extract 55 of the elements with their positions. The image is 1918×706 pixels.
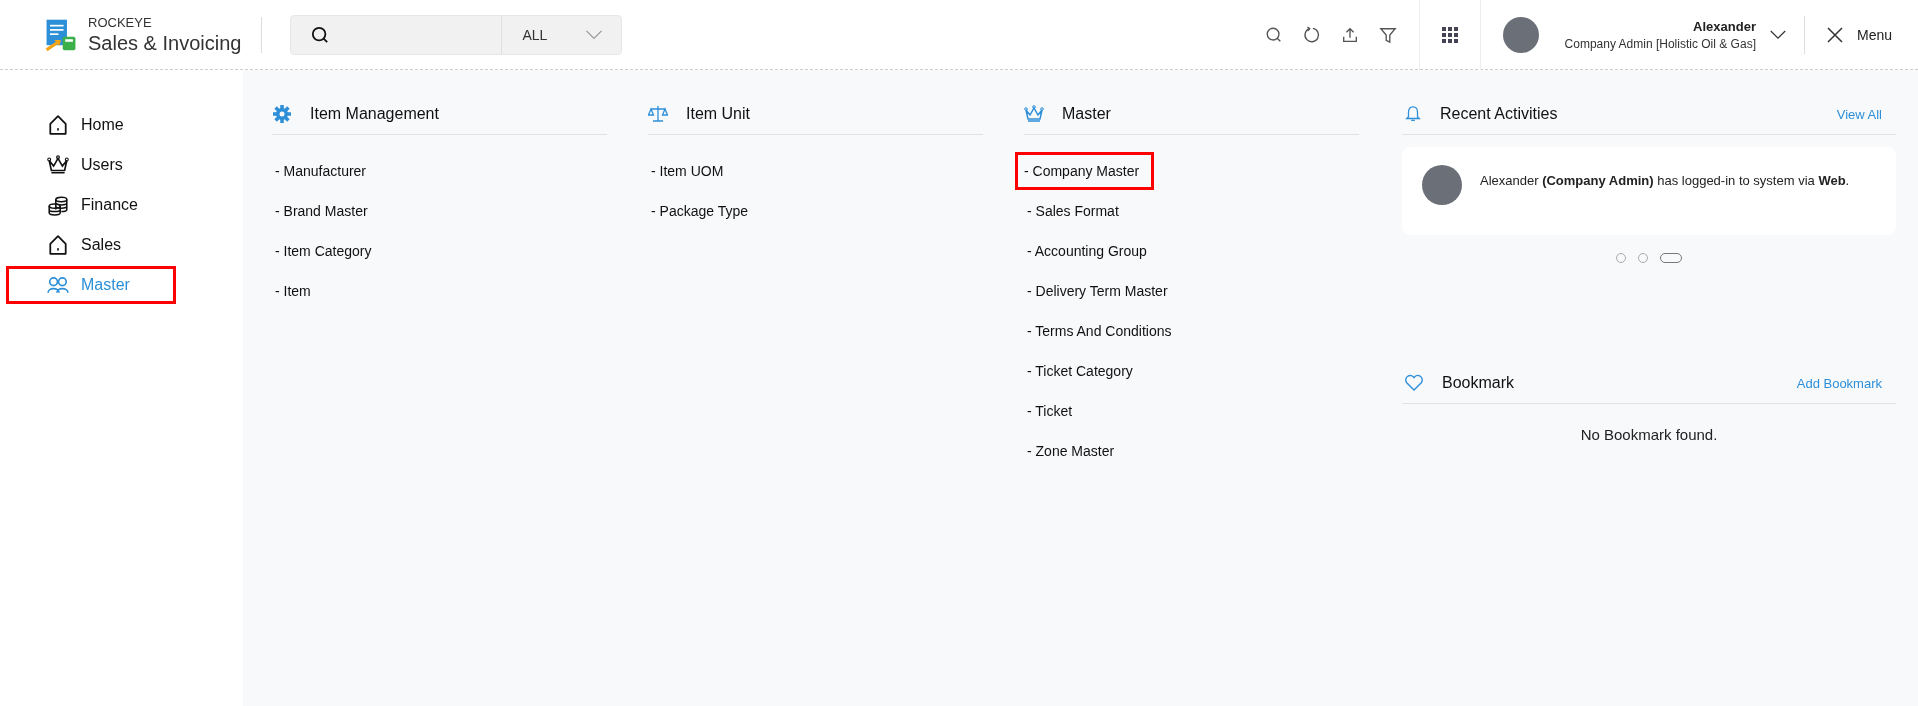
menu-link[interactable]: - Ticket <box>1020 394 1080 428</box>
avatar <box>1502 16 1539 53</box>
column-title: Item Management <box>310 105 439 123</box>
menu-link[interactable]: - Brand Master <box>268 194 375 228</box>
scope-dropdown[interactable]: ALL <box>501 15 622 54</box>
menu-link[interactable]: - Company Master <box>1015 152 1155 190</box>
menu-link[interactable]: - Item <box>268 274 318 308</box>
menu-close-button[interactable]: Menu <box>1822 20 1896 49</box>
coins-icon <box>47 194 69 216</box>
search-icon <box>311 25 330 44</box>
empty-message: No Bookmark found. <box>1579 426 1719 443</box>
refresh-icon[interactable] <box>1302 25 1321 44</box>
balance-scale-icon <box>648 104 668 124</box>
menu-link[interactable]: - Manufacturer <box>268 154 374 188</box>
close-icon <box>1826 26 1843 43</box>
menu-link[interactable]: - Item UOM <box>644 154 731 188</box>
menu-link[interactable]: - Terms And Conditions <box>1020 314 1179 348</box>
sidebar-item[interactable]: Sales <box>6 226 176 264</box>
app-title: Sales & Invoicing <box>88 30 242 55</box>
menu-link[interactable]: - Delivery Term Master <box>1020 274 1175 308</box>
sidebar-item[interactable]: Users <box>6 146 176 184</box>
column-title: Item Unit <box>686 105 750 123</box>
user-name: Alexander <box>1693 18 1756 34</box>
panel-title: Recent Activities <box>1440 105 1558 123</box>
heart-icon <box>1404 374 1424 392</box>
house-icon <box>47 114 69 136</box>
menu-link[interactable]: - Item Category <box>268 234 379 268</box>
column-title: Master <box>1062 105 1111 123</box>
brand-subtitle: ROCKEYE <box>88 14 153 31</box>
activity-message: Alexander (Company Admin) has logged-in to system via Web. <box>1480 173 1850 188</box>
sidebar-item[interactable]: Master <box>6 266 176 304</box>
house-icon <box>47 234 69 256</box>
filter-icon[interactable] <box>1378 25 1397 44</box>
menu-link[interactable]: - Accounting Group <box>1020 234 1154 268</box>
gear-icon <box>272 104 292 124</box>
search-field[interactable]: ALL <box>290 14 623 55</box>
menu-link[interactable]: - Zone Master <box>1020 434 1122 468</box>
crown-icon <box>1024 104 1044 124</box>
bell-icon <box>1404 105 1422 123</box>
menu-link[interactable]: - Sales Format <box>1020 194 1126 228</box>
chevron-down-icon[interactable] <box>1769 29 1786 40</box>
apps-grid-icon[interactable] <box>1441 26 1458 43</box>
panel-title: Bookmark <box>1442 374 1515 392</box>
search-icon[interactable] <box>1264 25 1283 44</box>
upload-icon[interactable] <box>1340 25 1359 44</box>
avatar <box>1422 165 1462 205</box>
user-role: Company Admin [Holistic Oil & Gas] <box>1564 36 1756 51</box>
people-icon <box>47 274 69 296</box>
menu-link[interactable]: - Package Type <box>644 194 756 228</box>
crown-icon <box>47 154 69 176</box>
sidebar-item[interactable]: Home <box>6 106 176 144</box>
sidebar-item[interactable]: Finance <box>6 186 176 224</box>
menu-link[interactable]: - Ticket Category <box>1020 354 1140 388</box>
chevron-down-icon <box>585 29 604 40</box>
invoice-logo-icon <box>44 17 78 52</box>
